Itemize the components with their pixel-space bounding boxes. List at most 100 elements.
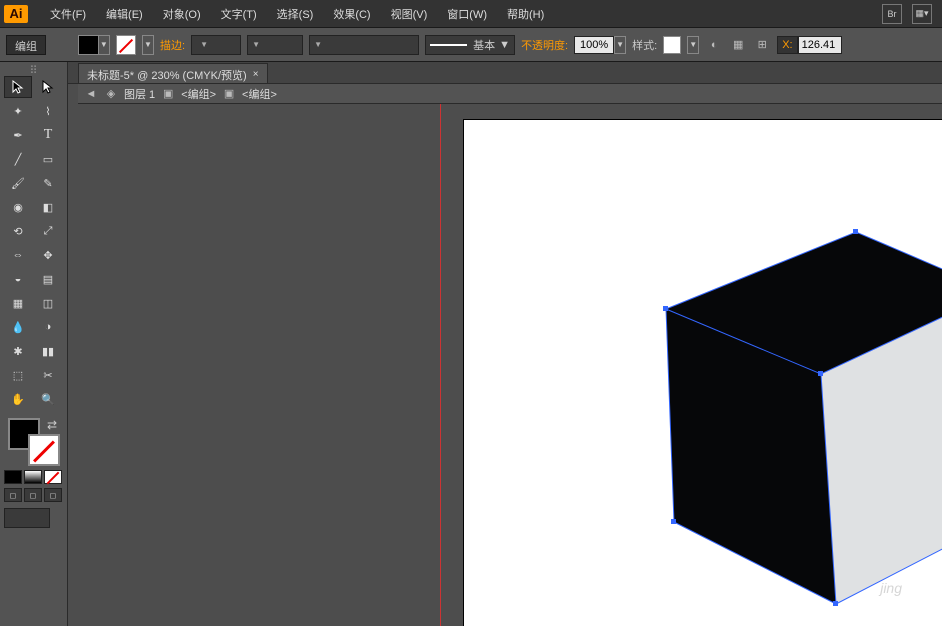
gradient-tool[interactable]: ◫ (34, 292, 62, 314)
draw-behind-icon[interactable]: ◻ (24, 488, 42, 502)
stroke-swatch-none-icon[interactable] (116, 35, 136, 55)
bridge-icon[interactable]: Br (882, 4, 902, 24)
x-input[interactable] (798, 36, 842, 54)
arrange-documents-icon[interactable]: ▦▾ (912, 4, 932, 24)
selected-cube-artwork[interactable] (576, 204, 942, 604)
breadcrumb-layer[interactable]: 图层 1 (124, 86, 155, 102)
menu-type[interactable]: 文字(T) (211, 6, 267, 22)
selection-type-label: 编组 (6, 35, 46, 55)
menu-window[interactable]: 窗口(W) (437, 6, 497, 22)
brush-definition-select[interactable]: ▼ (309, 35, 419, 55)
opacity-label: 不透明度: (521, 37, 568, 53)
symbol-sprayer-tool[interactable]: ✱ (4, 340, 32, 362)
line-segment-tool[interactable]: ╱ (4, 148, 32, 170)
rectangle-tool[interactable]: ▭ (34, 148, 62, 170)
fill-stroke-control[interactable]: ⇄ (4, 416, 63, 464)
style-dropdown-icon[interactable]: ▼ (687, 36, 699, 54)
chevron-down-icon: ▼ (314, 40, 322, 49)
close-tab-icon[interactable]: × (253, 69, 259, 80)
column-graph-tool[interactable]: ▮▮ (34, 340, 62, 362)
breadcrumb-group-2[interactable]: <编组> (242, 86, 277, 102)
opacity-field[interactable]: ▼ (574, 36, 626, 54)
guide-line (440, 104, 441, 626)
pencil-tool[interactable]: ✎ (34, 172, 62, 194)
document-tab[interactable]: 未标题-5* @ 230% (CMYK/预览) × (78, 63, 268, 83)
stroke-dropdown-icon[interactable]: ▼ (142, 35, 154, 55)
transform-icon[interactable]: ⊞ (753, 36, 771, 54)
free-transform-tool[interactable]: ✥ (34, 244, 62, 266)
opacity-dropdown-icon[interactable]: ▼ (614, 36, 626, 54)
document-tab-title: 未标题-5* @ 230% (CMYK/预览) (87, 67, 247, 83)
group-icon: ▣ (161, 87, 175, 101)
screen-mode-button[interactable] (4, 508, 50, 528)
watermark-text: jing (880, 580, 902, 596)
menu-file[interactable]: 文件(F) (40, 6, 96, 22)
slice-tool[interactable]: ✂ (34, 364, 62, 386)
panel-grip-icon[interactable]: ⠿ (4, 66, 63, 74)
canvas-area[interactable]: jing (68, 104, 942, 626)
variable-width-profile[interactable]: ▼ (247, 35, 303, 55)
color-mode-solid[interactable] (4, 470, 22, 484)
draw-normal-icon[interactable]: ◻ (4, 488, 22, 502)
align-icon[interactable]: ▦ (729, 36, 747, 54)
rotate-tool[interactable]: ⟲ (4, 220, 32, 242)
menu-help[interactable]: 帮助(H) (497, 6, 554, 22)
magic-wand-tool[interactable]: ✦ (4, 100, 32, 122)
stroke-style-label: 基本 (473, 37, 495, 53)
menu-bar: Ai 文件(F) 编辑(E) 对象(O) 文字(T) 选择(S) 效果(C) 视… (0, 0, 942, 28)
menu-edit[interactable]: 编辑(E) (96, 6, 153, 22)
color-mode-row (4, 470, 63, 484)
recolor-artwork-icon[interactable]: ◐ (705, 36, 723, 54)
graphic-style-swatch[interactable] (663, 36, 681, 54)
drawing-mode-row: ◻ ◻ ◻ (4, 488, 63, 502)
fill-color-icon (79, 36, 98, 54)
stroke-style-select[interactable]: 基本 ▼ (425, 35, 515, 55)
app-logo: Ai (4, 5, 28, 23)
perspective-grid-tool[interactable]: ▤ (34, 268, 62, 290)
tools-panel: ⠿ ✦ ⌇ ✒ T ╱ ▭ 🖌 ✎ ◉ ◧ ⟲ ⤢ ⇔ ✥ ◒ ▤ ▦ ◫ 💧 … (0, 62, 68, 626)
back-arrow-icon[interactable]: ◄ (84, 87, 98, 101)
fill-dropdown-icon[interactable]: ▼ (98, 36, 109, 54)
group-icon: ▣ (222, 87, 236, 101)
breadcrumb-group-1[interactable]: <编组> (181, 86, 216, 102)
chevron-down-icon: ▼ (252, 40, 260, 49)
stroke-label: 描边: (160, 37, 185, 53)
mesh-tool[interactable]: ▦ (4, 292, 32, 314)
menu-object[interactable]: 对象(O) (153, 6, 211, 22)
width-tool[interactable]: ⇔ (4, 244, 32, 266)
lasso-tool[interactable]: ⌇ (34, 100, 62, 122)
stroke-indicator[interactable] (28, 434, 60, 466)
blend-tool[interactable]: ◑ (34, 316, 62, 338)
shape-builder-tool[interactable]: ◒ (4, 268, 32, 290)
hand-tool[interactable]: ✋ (4, 388, 32, 410)
color-mode-none[interactable] (44, 470, 62, 484)
opacity-input[interactable] (574, 36, 614, 54)
x-position-field[interactable]: X: (777, 36, 841, 54)
selection-tool[interactable] (4, 76, 32, 98)
draw-inside-icon[interactable]: ◻ (44, 488, 62, 502)
artboard-tool[interactable]: ⬚ (4, 364, 32, 386)
style-label: 样式: (632, 37, 657, 53)
pen-tool[interactable]: ✒ (4, 124, 32, 146)
direct-selection-tool[interactable] (34, 76, 62, 98)
menu-view[interactable]: 视图(V) (381, 6, 438, 22)
document-tab-bar: 未标题-5* @ 230% (CMYK/预览) × (0, 62, 942, 84)
zoom-tool[interactable]: 🔍 (34, 388, 62, 410)
chevron-down-icon: ▼ (499, 39, 510, 51)
scale-tool[interactable]: ⤢ (34, 220, 62, 242)
isolation-breadcrumb: ◄ ◈ 图层 1 ▣ <编组> ▣ <编组> (78, 84, 942, 104)
swap-fill-stroke-icon[interactable]: ⇄ (47, 418, 57, 432)
color-mode-gradient[interactable] (24, 470, 42, 484)
type-tool[interactable]: T (34, 124, 62, 146)
menu-select[interactable]: 选择(S) (267, 6, 324, 22)
eyedropper-tool[interactable]: 💧 (4, 316, 32, 338)
fill-swatch[interactable]: ▼ (78, 35, 110, 55)
menu-effect[interactable]: 效果(C) (323, 6, 380, 22)
options-bar: 编组 ▼ ▼ 描边: ▼ ▼ ▼ 基本 ▼ 不透明度: ▼ 样式: ▼ ◐ ▦ … (0, 28, 942, 62)
chevron-down-icon: ▼ (200, 40, 208, 49)
stroke-weight-select[interactable]: ▼ (191, 35, 241, 55)
blob-brush-tool[interactable]: ◉ (4, 196, 32, 218)
layers-icon: ◈ (104, 87, 118, 101)
paintbrush-tool[interactable]: 🖌 (4, 172, 32, 194)
eraser-tool[interactable]: ◧ (34, 196, 62, 218)
